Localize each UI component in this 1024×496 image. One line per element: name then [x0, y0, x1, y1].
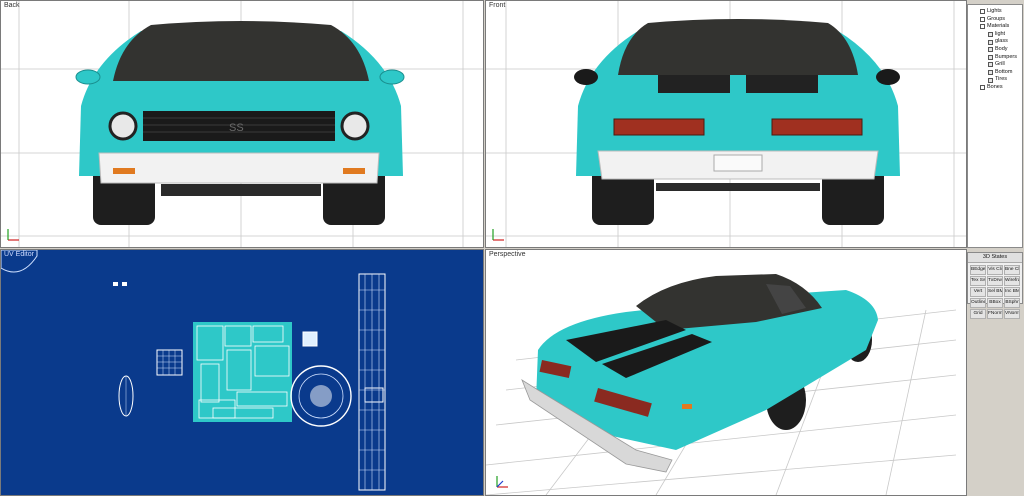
perspective-canvas	[486, 274, 957, 495]
back-view-canvas: SS	[1, 1, 483, 247]
tree-item-material[interactable]: light	[972, 31, 1022, 39]
toggle-vert-button[interactable]: Vert	[970, 287, 986, 297]
material-icon	[988, 32, 993, 38]
toggle-sel-bm-button[interactable]: Sel BM	[987, 287, 1003, 297]
toggle-wireframe-button[interactable]: Wireframe	[1004, 276, 1020, 286]
uv-editor-label: UV Editor	[4, 251, 34, 258]
persp-side-marker	[682, 404, 692, 409]
material-icon	[988, 47, 993, 53]
scene-tree-panel[interactable]: Lights Groups Materials light glass Body…	[967, 4, 1023, 248]
uv-texture-sheet	[193, 322, 292, 422]
toggle-fnorm-button[interactable]: FNorm	[987, 309, 1003, 319]
left-rear-mirror	[574, 69, 598, 85]
front-bumper	[98, 152, 380, 184]
toggle-inc-bm-button[interactable]: Inc BM	[1004, 287, 1020, 297]
material-icon	[988, 39, 993, 45]
toggle-bne-cli-button[interactable]: Bne Cli	[1004, 265, 1020, 275]
3d-states-buttons: BEdge Vis Cli Bne Cli Tex Sw TxDrwH Wire…	[968, 263, 1022, 321]
uv-editor-viewport[interactable]: UV Editor	[0, 249, 484, 496]
right-headlight	[340, 111, 370, 141]
left-taillight	[613, 118, 705, 136]
3d-states-title: 3D States	[968, 253, 1022, 263]
axis-gizmo-icon	[7, 229, 19, 241]
tree-item-material[interactable]: Bumpers	[972, 54, 1022, 62]
rear-window	[618, 19, 858, 75]
3d-states-panel: 3D States BEdge Vis Cli Bne Cli Tex Sw T…	[967, 252, 1023, 319]
toggle-txdrwh-button[interactable]: TxDrwH	[987, 276, 1003, 286]
tree-item-material[interactable]: Body	[972, 46, 1022, 54]
scene-tree: Lights Groups Materials light glass Body…	[968, 5, 1022, 92]
rear-stripe-left	[658, 75, 730, 93]
rear-valance	[656, 183, 820, 191]
axis-gizmo-icon	[496, 476, 508, 488]
tree-item-bones[interactable]: Bones	[972, 84, 1022, 92]
material-icon	[988, 62, 993, 68]
toggle-vis-cli-button[interactable]: Vis Cli	[987, 265, 1003, 275]
tree-item-material[interactable]: Grill	[972, 61, 1022, 69]
axis-gizmo-icon	[492, 229, 504, 241]
tree-item-material[interactable]: Bottom	[972, 69, 1022, 77]
back-viewport[interactable]: Back SS	[0, 0, 484, 248]
left-turn-signal	[113, 168, 135, 174]
back-viewport-label: Back	[4, 2, 20, 9]
folder-icon	[980, 24, 985, 30]
grille-badge: SS	[229, 122, 244, 134]
right-rear-mirror	[876, 69, 900, 85]
material-icon	[988, 70, 993, 76]
toggle-bbox-button[interactable]: BBox	[987, 298, 1003, 308]
left-headlight	[108, 111, 138, 141]
front-viewport-label: Front	[489, 2, 506, 9]
toggle-outline-button[interactable]: Outline	[970, 298, 986, 308]
material-icon	[988, 77, 993, 83]
left-mirror	[75, 69, 101, 85]
right-turn-signal	[343, 168, 365, 174]
front-view-canvas	[486, 1, 966, 247]
tree-item-material[interactable]: glass	[972, 38, 1022, 46]
license-plate	[713, 154, 763, 172]
windshield	[113, 21, 369, 81]
rear-stripe-right	[746, 75, 818, 93]
toggle-grid-button[interactable]: Grid	[970, 309, 986, 319]
groups-icon	[980, 16, 985, 22]
lower-valance	[161, 184, 321, 196]
uv-canvas	[1, 250, 386, 491]
toggle-tex-sw-button[interactable]: Tex Sw	[970, 276, 986, 286]
tree-item-groups[interactable]: Groups	[972, 16, 1022, 24]
toggle-bedge-button[interactable]: BEdge	[970, 265, 986, 275]
tree-item-lights[interactable]: Lights	[972, 8, 1022, 16]
tree-item-material[interactable]: Tires	[972, 76, 1022, 84]
right-mirror	[379, 69, 405, 85]
front-viewport[interactable]: Front	[485, 0, 967, 248]
bones-icon	[980, 85, 985, 91]
perspective-viewport[interactable]: Perspective	[485, 249, 967, 496]
lights-icon	[980, 9, 985, 15]
right-taillight	[771, 118, 863, 136]
material-icon	[988, 54, 993, 60]
toggle-bsphr-button[interactable]: BSphr	[1004, 298, 1020, 308]
perspective-viewport-label: Perspective	[489, 251, 526, 258]
tree-item-materials[interactable]: Materials	[972, 23, 1022, 31]
toggle-vnorm-button[interactable]: VNorm	[1004, 309, 1020, 319]
